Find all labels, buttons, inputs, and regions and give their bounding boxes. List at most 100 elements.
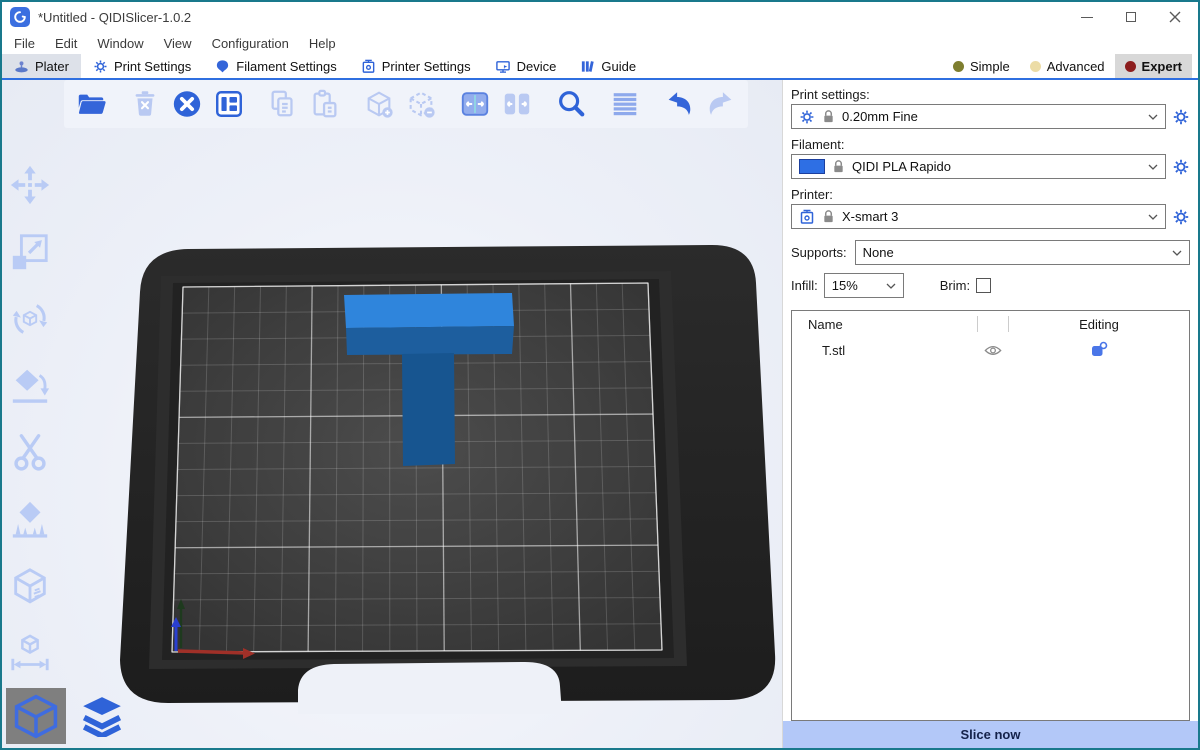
add-instance-button[interactable]: [362, 87, 396, 121]
printer-value: X-smart 3: [842, 209, 1141, 224]
delete-all-icon: [171, 88, 203, 120]
remove-instance-icon: [405, 88, 437, 120]
filament-value: QIDI PLA Rapido: [852, 159, 1141, 174]
layer-height-icon: [609, 88, 641, 120]
delete-all-button[interactable]: [170, 87, 204, 121]
tab-filament-settings[interactable]: Filament Settings: [203, 54, 348, 78]
lock-icon: [832, 159, 845, 174]
paint-supports-icon: [9, 499, 51, 541]
preview-view-button[interactable]: [72, 688, 132, 744]
cut-scissors-icon: [9, 432, 51, 474]
filament-gear-button[interactable]: [1172, 158, 1190, 176]
brim-checkbox[interactable]: [976, 278, 991, 293]
copy-button[interactable]: [266, 87, 300, 121]
expert-dot-icon: [1125, 61, 1136, 72]
edit-object-icon[interactable]: [1090, 341, 1108, 359]
paste-button[interactable]: [308, 87, 342, 121]
split-parts-icon: [501, 88, 533, 120]
tab-print-settings[interactable]: Print Settings: [81, 54, 203, 78]
delete-button[interactable]: [128, 87, 162, 121]
view-toggles: [6, 688, 132, 744]
maximize-button[interactable]: [1124, 10, 1138, 24]
print-settings-gear-button[interactable]: [1172, 108, 1190, 126]
title-bar: *Untitled - QIDISlicer-1.0.2: [2, 2, 1198, 32]
move-button[interactable]: [8, 163, 52, 207]
paint-supports-button[interactable]: [8, 498, 52, 542]
search-icon: [555, 88, 587, 120]
rotate-button[interactable]: [8, 297, 52, 341]
brim-label: Brim:: [940, 278, 970, 293]
rotate-icon: [9, 298, 51, 340]
advanced-dot-icon: [1030, 61, 1041, 72]
window-title: *Untitled - QIDISlicer-1.0.2: [38, 10, 191, 25]
object-list-header: Name Editing: [792, 311, 1189, 337]
infill-value: 15%: [832, 278, 879, 293]
mode-simple[interactable]: Simple: [943, 54, 1020, 78]
menu-help[interactable]: Help: [299, 36, 346, 51]
split-objects-button[interactable]: [458, 87, 492, 121]
split-parts-button[interactable]: [500, 87, 534, 121]
chevron-down-icon: [1148, 114, 1158, 120]
printer-gear-button[interactable]: [1172, 208, 1190, 226]
remove-instance-button[interactable]: [404, 87, 438, 121]
undo-button[interactable]: [662, 87, 696, 121]
chevron-down-icon: [1172, 250, 1182, 256]
redo-button[interactable]: [704, 87, 738, 121]
tab-device[interactable]: Device: [483, 54, 569, 78]
3d-viewport[interactable]: [2, 80, 782, 748]
tab-printer-settings[interactable]: Printer Settings: [349, 54, 483, 78]
variable-layer-height-button[interactable]: [608, 87, 642, 121]
filament-combo[interactable]: QIDI PLA Rapido: [791, 154, 1166, 179]
tab-bar: Plater Print Settings Filament Settings …: [2, 54, 1198, 80]
left-toolbar: [8, 163, 52, 676]
column-name: Name: [792, 317, 977, 332]
3d-editor-view-button[interactable]: [6, 688, 66, 744]
preview-layers-icon: [79, 695, 125, 737]
cut-button[interactable]: [8, 431, 52, 475]
tab-plater[interactable]: Plater: [2, 54, 81, 78]
search-button[interactable]: [554, 87, 588, 121]
place-on-face-button[interactable]: [8, 364, 52, 408]
infill-combo[interactable]: 15%: [824, 273, 904, 298]
tab-guide[interactable]: Guide: [568, 54, 648, 78]
scale-button[interactable]: [8, 230, 52, 274]
right-panel: Print settings: 0.20mm Fine Filament:: [782, 80, 1198, 748]
menu-window[interactable]: Window: [87, 36, 153, 51]
guide-books-icon: [580, 59, 595, 74]
menu-edit[interactable]: Edit: [45, 36, 87, 51]
filament-icon: [215, 59, 230, 74]
print-bed-scene[interactable]: [2, 80, 782, 746]
supports-combo[interactable]: None: [855, 240, 1190, 265]
arrange-button[interactable]: [212, 87, 246, 121]
app-logo-icon: [10, 7, 30, 27]
printer-combo[interactable]: X-smart 3: [791, 204, 1166, 229]
close-button[interactable]: [1168, 10, 1182, 24]
mode-expert[interactable]: Expert: [1115, 54, 1192, 78]
undo-icon: [663, 88, 695, 120]
mode-advanced[interactable]: Advanced: [1020, 54, 1115, 78]
eye-icon[interactable]: [984, 344, 1002, 357]
print-settings-combo[interactable]: 0.20mm Fine: [791, 104, 1166, 129]
menu-view[interactable]: View: [154, 36, 202, 51]
arrange-icon: [213, 88, 245, 120]
3d-view-cube-icon: [11, 692, 61, 740]
seam-button[interactable]: [8, 565, 52, 609]
minimize-button[interactable]: [1080, 10, 1094, 24]
seam-icon: [9, 566, 51, 608]
printer-icon: [799, 209, 815, 225]
delete-trash-icon: [129, 88, 161, 120]
plater-icon: [14, 59, 29, 74]
open-button[interactable]: [74, 87, 108, 121]
object-row[interactable]: T.stl: [792, 337, 1189, 363]
supports-value: None: [863, 245, 1165, 260]
chevron-down-icon: [1148, 214, 1158, 220]
paste-icon: [309, 88, 341, 120]
print-settings-label: Print settings:: [791, 87, 1190, 102]
measure-button[interactable]: [8, 632, 52, 676]
slice-now-button[interactable]: Slice now: [783, 721, 1198, 748]
column-editing: Editing: [1009, 317, 1189, 332]
measure-icon: [9, 633, 51, 675]
device-monitor-icon: [495, 59, 511, 74]
menu-file[interactable]: File: [4, 36, 45, 51]
menu-configuration[interactable]: Configuration: [202, 36, 299, 51]
